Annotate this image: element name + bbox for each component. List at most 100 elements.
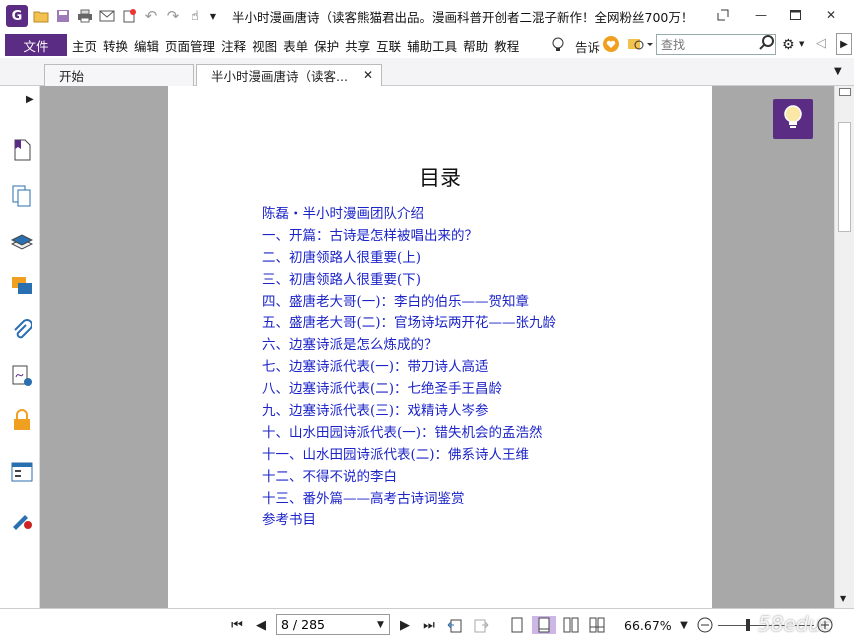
idea-button[interactable] xyxy=(773,99,813,139)
toc-link[interactable]: 三、初唐领路人很重要(下) xyxy=(262,270,556,292)
hand-tool-icon[interactable]: ☝ xyxy=(186,7,204,25)
open-folder-icon[interactable] xyxy=(32,7,50,25)
find-options-icon[interactable] xyxy=(627,36,653,55)
toc-link[interactable]: 七、边塞诗派代表(一)：带刀诗人高适 xyxy=(262,357,556,379)
previous-view-icon[interactable] xyxy=(446,616,464,634)
toc-link[interactable]: 十三、番外篇——高考古诗词鉴赏 xyxy=(262,489,556,511)
lightbulb-icon[interactable] xyxy=(552,37,564,56)
comments-icon[interactable] xyxy=(10,274,34,298)
menu-tutorial[interactable]: 教程 xyxy=(491,36,522,55)
facing-pages-icon[interactable] xyxy=(562,616,580,634)
continuous-page-icon[interactable] xyxy=(532,616,556,634)
minimize-icon[interactable]: — xyxy=(750,6,772,24)
new-icon[interactable] xyxy=(120,7,138,25)
gear-icon[interactable]: ⚙ xyxy=(782,37,795,53)
chevron-down-icon[interactable]: ▼ xyxy=(377,620,384,630)
ribbon-right-icon[interactable]: ▶ xyxy=(836,33,852,55)
left-sidebar: ▶ xyxy=(0,86,40,608)
certificate-icon[interactable] xyxy=(10,508,34,532)
vertical-scrollbar[interactable]: ▼ xyxy=(834,86,854,608)
attachment-icon[interactable] xyxy=(10,318,34,342)
toc-link[interactable]: 参考书目 xyxy=(262,510,556,532)
menu-edit[interactable]: 编辑 xyxy=(131,36,162,55)
app-logo-icon[interactable]: G xyxy=(6,5,28,27)
tab-start[interactable]: 开始 xyxy=(44,64,194,86)
menu-form[interactable]: 表单 xyxy=(280,36,311,55)
toc-link[interactable]: 一、开篇：古诗是怎样被唱出来的？ xyxy=(262,226,556,248)
menu-home[interactable]: 主页 xyxy=(69,36,100,55)
heart-icon[interactable] xyxy=(603,36,619,55)
menu-help[interactable]: 帮助 xyxy=(460,36,491,55)
layers-icon[interactable] xyxy=(10,230,34,254)
print-icon[interactable] xyxy=(76,7,94,25)
zoom-in-icon[interactable] xyxy=(816,616,834,634)
tab-close-icon[interactable]: ✕ xyxy=(363,68,373,82)
search-box[interactable] xyxy=(656,34,776,55)
expand-panel-icon[interactable]: ▶ xyxy=(26,94,34,105)
last-page-icon[interactable]: ⏭ xyxy=(420,616,438,634)
toc-link[interactable]: 九、边塞诗派代表(三)：戏精诗人岑参 xyxy=(262,401,556,423)
lightbulb-icon xyxy=(783,104,803,134)
toc-link[interactable]: 四、盛唐老大哥(一)：李白的伯乐——贺知章 xyxy=(262,292,556,314)
email-icon[interactable] xyxy=(98,7,116,25)
zoom-out-icon[interactable] xyxy=(696,616,714,634)
toc-link[interactable]: 二、初唐领路人很重要(上) xyxy=(262,248,556,270)
toc-link[interactable]: 八、边塞诗派代表(二)：七绝圣手王昌龄 xyxy=(262,379,556,401)
tab-list-icon[interactable]: ▼ xyxy=(834,66,842,77)
split-view-icon[interactable] xyxy=(839,88,851,96)
bookmark-icon[interactable] xyxy=(10,138,34,162)
toc-link[interactable]: 十二、不得不说的李白 xyxy=(262,467,556,489)
redo-icon[interactable]: ↷ xyxy=(164,7,182,25)
signature-icon[interactable] xyxy=(10,364,34,388)
page-number-input[interactable] xyxy=(281,617,373,632)
pdf-page: 目录 陈磊・半小时漫画团队介绍 一、开篇：古诗是怎样被唱出来的？ 二、初唐领路人… xyxy=(168,86,712,608)
maximize-icon[interactable] xyxy=(784,6,806,24)
form-fields-icon[interactable] xyxy=(10,460,34,484)
toc-link[interactable]: 六、边塞诗派是怎么炼成的？ xyxy=(262,335,556,357)
toc-link[interactable]: 十一、山水田园诗派代表(二)：佛系诗人王维 xyxy=(262,445,556,467)
zoom-dropdown-icon[interactable]: ▼ xyxy=(675,616,693,634)
tab-document-label: 半小时漫画唐诗（读客... xyxy=(211,69,348,84)
menu-connect[interactable]: 互联 xyxy=(373,36,404,55)
search-icon[interactable] xyxy=(759,35,775,54)
chevron-down-icon[interactable]: ▼ xyxy=(208,7,218,25)
toc-title: 目录 xyxy=(419,166,461,190)
scroll-down-icon[interactable]: ▼ xyxy=(840,594,846,603)
menu-comment[interactable]: 注释 xyxy=(218,36,249,55)
scrollbar-thumb[interactable] xyxy=(838,122,851,232)
toc-link[interactable]: 五、盛唐老大哥(二)：官场诗坛两开花——张九龄 xyxy=(262,313,556,335)
menu-protect[interactable]: 保护 xyxy=(311,36,342,55)
toc-list: 陈磊・半小时漫画团队介绍 一、开篇：古诗是怎样被唱出来的？ 二、初唐领路人很重要… xyxy=(262,204,556,532)
zoom-level[interactable]: 66.67% xyxy=(624,618,672,633)
toc-link[interactable]: 十、山水田园诗派代表(一)：错失机会的孟浩然 xyxy=(262,423,556,445)
tell-me-label[interactable]: 告诉 xyxy=(575,37,600,56)
menu-view[interactable]: 视图 xyxy=(249,36,280,55)
toc-link[interactable]: 陈磊・半小时漫画团队介绍 xyxy=(262,204,556,226)
next-page-icon[interactable]: ▶ xyxy=(396,616,414,634)
close-icon[interactable]: ✕ xyxy=(820,6,842,24)
zoom-slider-handle[interactable] xyxy=(746,619,750,631)
undo-icon[interactable]: ↶ xyxy=(142,7,160,25)
lock-icon[interactable] xyxy=(10,408,34,432)
menu-share[interactable]: 共享 xyxy=(342,36,373,55)
gear-dropdown-icon[interactable]: ▼ xyxy=(799,40,804,48)
single-page-icon[interactable] xyxy=(508,616,526,634)
continuous-facing-icon[interactable] xyxy=(588,616,606,634)
document-viewport[interactable]: 目录 陈磊・半小时漫画团队介绍 一、开篇：古诗是怎样被唱出来的？ 二、初唐领路人… xyxy=(40,86,834,608)
restore-icon[interactable] xyxy=(712,6,734,24)
next-view-icon[interactable] xyxy=(472,616,490,634)
page-number-field[interactable]: ▼ xyxy=(276,614,390,635)
search-input[interactable] xyxy=(661,37,757,52)
save-icon[interactable] xyxy=(54,7,72,25)
ribbon-left-icon[interactable]: ◁ xyxy=(816,36,826,51)
menu-convert[interactable]: 转换 xyxy=(100,36,131,55)
page-thumbnails-icon[interactable] xyxy=(10,184,34,208)
file-menu[interactable]: 文件 xyxy=(5,34,67,56)
tab-document[interactable]: 半小时漫画唐诗（读客... ✕ xyxy=(196,64,382,86)
tab-bar: 开始 半小时漫画唐诗（读客... ✕ ▼ xyxy=(0,58,854,86)
menu-accessibility[interactable]: 辅助工具 xyxy=(404,36,460,55)
first-page-icon[interactable]: ⏮ xyxy=(228,616,246,634)
menu-page-organize[interactable]: 页面管理 xyxy=(162,36,218,55)
menu-bar: 文件 主页 转换 编辑 页面管理 注释 视图 表单 保护 共享 互联 辅助工具 … xyxy=(0,32,854,58)
previous-page-icon[interactable]: ◀ xyxy=(252,616,270,634)
